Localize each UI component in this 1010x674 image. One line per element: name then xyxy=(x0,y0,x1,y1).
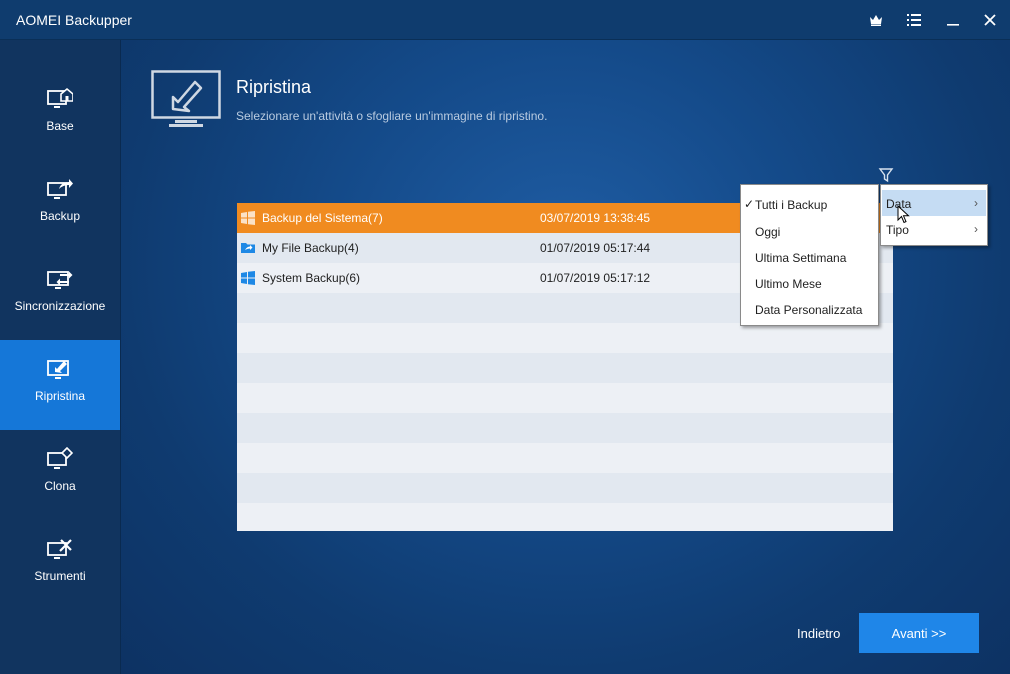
page-title: Ripristina xyxy=(236,77,312,97)
tools-icon xyxy=(46,535,74,563)
backup-date: 03/07/2019 13:38:45 xyxy=(540,211,651,225)
sidebar-item-label: Base xyxy=(46,119,74,133)
restore-icon xyxy=(46,355,74,383)
filter-icon[interactable] xyxy=(878,167,894,183)
table-row-empty xyxy=(237,503,893,531)
backup-name: My File Backup(4) xyxy=(262,241,359,255)
menu-item-label: Ultimo Mese xyxy=(755,277,822,291)
back-button[interactable]: Indietro xyxy=(797,626,840,641)
table-row-empty xyxy=(237,473,893,503)
menu-item-label: Ultima Settimana xyxy=(755,251,847,265)
menu-item-label: Oggi xyxy=(755,225,781,239)
folder-icon xyxy=(241,241,255,255)
mouse-cursor-icon xyxy=(897,204,911,225)
backup-date: 01/07/2019 05:17:12 xyxy=(540,271,651,285)
table-row-empty xyxy=(237,413,893,443)
page-subtitle: Selezionare un'attività o sfogliare un'i… xyxy=(236,109,548,123)
next-button[interactable]: Avanti >> xyxy=(859,613,979,653)
sidebar-item-clona[interactable]: Clona xyxy=(0,430,120,520)
crown-icon[interactable] xyxy=(866,10,886,30)
sidebar-item-backup[interactable]: Backup xyxy=(0,160,120,250)
close-icon[interactable] xyxy=(980,10,1000,30)
main-panel: Ripristina Selezionare un'attività o sfo… xyxy=(121,40,1010,674)
menu-list-icon[interactable] xyxy=(904,10,924,30)
sidebar-item-sincronizzazione[interactable]: Sincronizzazione xyxy=(0,250,120,340)
sidebar-item-strumenti[interactable]: Strumenti xyxy=(0,520,120,610)
check-icon: ✓ xyxy=(744,197,755,211)
chevron-right-icon: › xyxy=(974,222,978,236)
date-filter-menu: ✓ Tutti i Backup Oggi Ultima Settimana U… xyxy=(740,184,879,326)
minimize-icon[interactable] xyxy=(943,10,963,30)
menu-item-tutti-i-backup[interactable]: ✓ Tutti i Backup xyxy=(741,191,878,217)
table-row-empty xyxy=(237,383,893,413)
app-title: AOMEI Backupper xyxy=(16,12,132,28)
backup-name: System Backup(6) xyxy=(262,271,361,285)
windows-icon xyxy=(241,211,255,225)
home-monitor-icon xyxy=(46,85,74,113)
sync-icon xyxy=(46,265,74,293)
menu-item-ultima-settimana[interactable]: Ultima Settimana xyxy=(741,244,878,270)
menu-item-ultimo-mese[interactable]: Ultimo Mese xyxy=(741,270,878,296)
backup-name: Backup del Sistema(7) xyxy=(262,211,383,225)
menu-item-data-personalizzata[interactable]: Data Personalizzata xyxy=(741,296,878,322)
backup-date: 01/07/2019 05:17:44 xyxy=(540,241,651,255)
menu-item-label: Tutti i Backup xyxy=(755,198,828,212)
title-bar: AOMEI Backupper xyxy=(0,0,1010,40)
windows-icon xyxy=(241,271,255,285)
menu-item-label: Data Personalizzata xyxy=(755,303,863,317)
sidebar-item-label: Sincronizzazione xyxy=(14,299,106,313)
sidebar-item-label: Clona xyxy=(44,479,76,493)
sidebar-item-label: Strumenti xyxy=(34,569,86,583)
sidebar-item-label: Ripristina xyxy=(34,389,85,403)
sidebar-item-label: Backup xyxy=(39,209,81,223)
chevron-right-icon: › xyxy=(974,196,978,210)
clone-icon xyxy=(46,445,74,473)
menu-item-oggi[interactable]: Oggi xyxy=(741,218,878,244)
sidebar: Base Backup Sincronizzazione Ripristina … xyxy=(0,40,121,674)
restore-monitor-icon xyxy=(151,70,221,130)
backup-share-icon xyxy=(46,175,74,203)
table-row-empty xyxy=(237,443,893,473)
sidebar-item-ripristina[interactable]: Ripristina xyxy=(0,340,120,430)
menu-item-label: Tipo xyxy=(886,223,909,237)
table-row-empty xyxy=(237,323,893,353)
sidebar-item-base[interactable]: Base xyxy=(0,70,120,160)
table-row-empty xyxy=(237,353,893,383)
